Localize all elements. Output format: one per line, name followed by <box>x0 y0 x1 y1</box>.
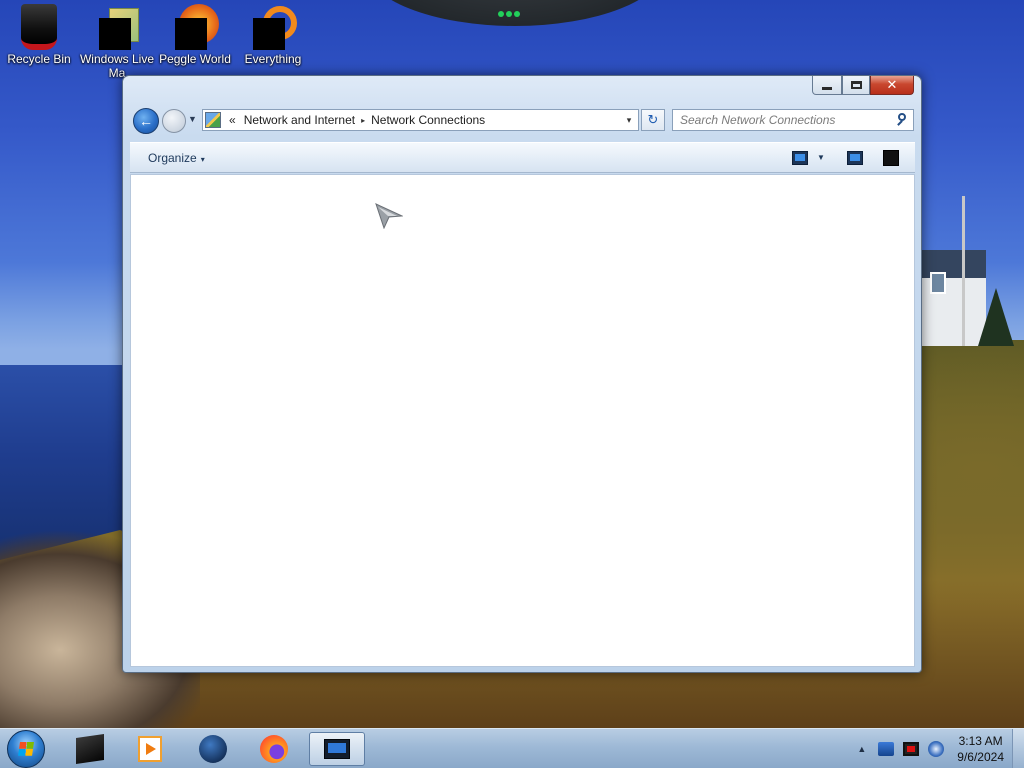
clock-time: 3:13 AM <box>958 734 1003 748</box>
refresh-icon: ↻ <box>647 112 659 127</box>
back-arrow-icon: ← <box>139 113 153 129</box>
organize-button[interactable]: Organize ▾ <box>148 151 205 165</box>
search-input[interactable] <box>680 113 893 127</box>
address-bar[interactable]: « Network and Internet ▸ Network Connect… <box>202 109 639 131</box>
file-list-area[interactable] <box>130 174 915 667</box>
close-icon: ✕ <box>886 77 898 92</box>
taskbar-app-1[interactable] <box>62 732 118 766</box>
black-app-icon <box>76 734 104 764</box>
media-player-icon <box>138 736 162 762</box>
address-dropdown-button[interactable]: ▾ <box>620 110 638 130</box>
breadcrumb-network-and-internet[interactable]: Network and Internet <box>240 113 359 127</box>
clock-date: 9/6/2024 <box>957 750 1004 764</box>
everything-search-icon <box>253 4 297 50</box>
desktop-icon-recycle-bin[interactable]: Recycle Bin <box>0 4 78 66</box>
wallpaper-flagpole <box>962 196 965 346</box>
desktop-icon-label: Recycle Bin <box>7 52 71 66</box>
wallpaper-house-window <box>930 272 946 294</box>
desktop-icon-windows-live-mail[interactable]: Windows Live Ma <box>78 4 156 80</box>
refresh-button[interactable]: ↻ <box>641 109 665 131</box>
preview-pane-icon[interactable] <box>847 151 863 165</box>
taskbar-app-2[interactable] <box>122 732 178 766</box>
desktop-icon-peggle-world[interactable]: Peggle World <box>156 4 234 66</box>
navigation-bar: ← ▼ « Network and Internet ▸ Network Con… <box>131 106 915 134</box>
widget-indicator-dots <box>498 6 526 17</box>
taskbar-app-5[interactable] <box>309 732 365 766</box>
address-overflow-button[interactable]: « <box>225 113 240 127</box>
clock[interactable]: 3:13 AM 9/6/2024 <box>957 733 1004 765</box>
show-desktop-button[interactable] <box>1012 729 1024 768</box>
network-connections-icon <box>324 739 350 759</box>
tray-shield-icon[interactable] <box>878 742 895 756</box>
chevron-down-icon: ▼ <box>188 114 197 124</box>
search-icon[interactable] <box>893 110 913 130</box>
globe-icon <box>199 735 227 763</box>
organize-label: Organize <box>148 151 197 165</box>
show-hidden-icons-button[interactable]: ▲ <box>857 744 866 754</box>
chevron-down-icon: ▾ <box>200 155 205 164</box>
system-tray: ▲ 3:13 AM 9/6/2024 <box>857 729 1024 768</box>
desktop-icon-label: Everything <box>244 52 302 66</box>
forward-button[interactable] <box>162 109 186 133</box>
view-options-chevron-icon[interactable]: ▼ <box>817 153 825 162</box>
change-view-icon[interactable] <box>792 151 808 165</box>
maximize-button[interactable] <box>842 76 870 95</box>
close-button[interactable]: ✕ <box>870 76 914 95</box>
breadcrumb-network-connections[interactable]: Network Connections <box>367 113 489 127</box>
breadcrumb-separator-icon[interactable]: ▸ <box>359 116 367 125</box>
taskbar-app-4[interactable] <box>246 732 302 766</box>
caption-buttons: ✕ <box>812 76 914 95</box>
wallpaper-house <box>922 250 986 346</box>
windows-live-mail-icon <box>97 4 139 50</box>
start-button[interactable] <box>7 730 45 768</box>
control-panel-icon <box>205 112 221 128</box>
peggle-world-icon <box>175 4 219 50</box>
maximize-icon <box>850 81 862 89</box>
minimize-button[interactable] <box>812 76 842 95</box>
taskbar-app-3[interactable] <box>185 732 241 766</box>
taskbar: ▲ 3:13 AM 9/6/2024 <box>0 728 1024 768</box>
explorer-window[interactable]: ✕ ← ▼ « Network and Internet ▸ Network C… <box>122 75 922 673</box>
recycle-bin-icon <box>19 4 59 50</box>
minimize-icon <box>822 86 832 90</box>
back-button[interactable]: ← <box>133 108 159 134</box>
desktop-icon-label: Peggle World <box>159 52 231 66</box>
search-box[interactable] <box>672 109 914 131</box>
command-bar: Organize ▾ ▼ <box>130 142 915 173</box>
desktop-icon-everything[interactable]: Everything <box>234 4 312 66</box>
mouse-pointer-icon <box>375 203 403 229</box>
help-icon[interactable] <box>883 150 899 166</box>
tray-monitor-icon[interactable] <box>903 742 920 756</box>
firefox-icon <box>260 735 288 763</box>
recent-pages-button[interactable]: ▼ <box>188 114 197 124</box>
tray-network-icon[interactable] <box>928 741 945 757</box>
